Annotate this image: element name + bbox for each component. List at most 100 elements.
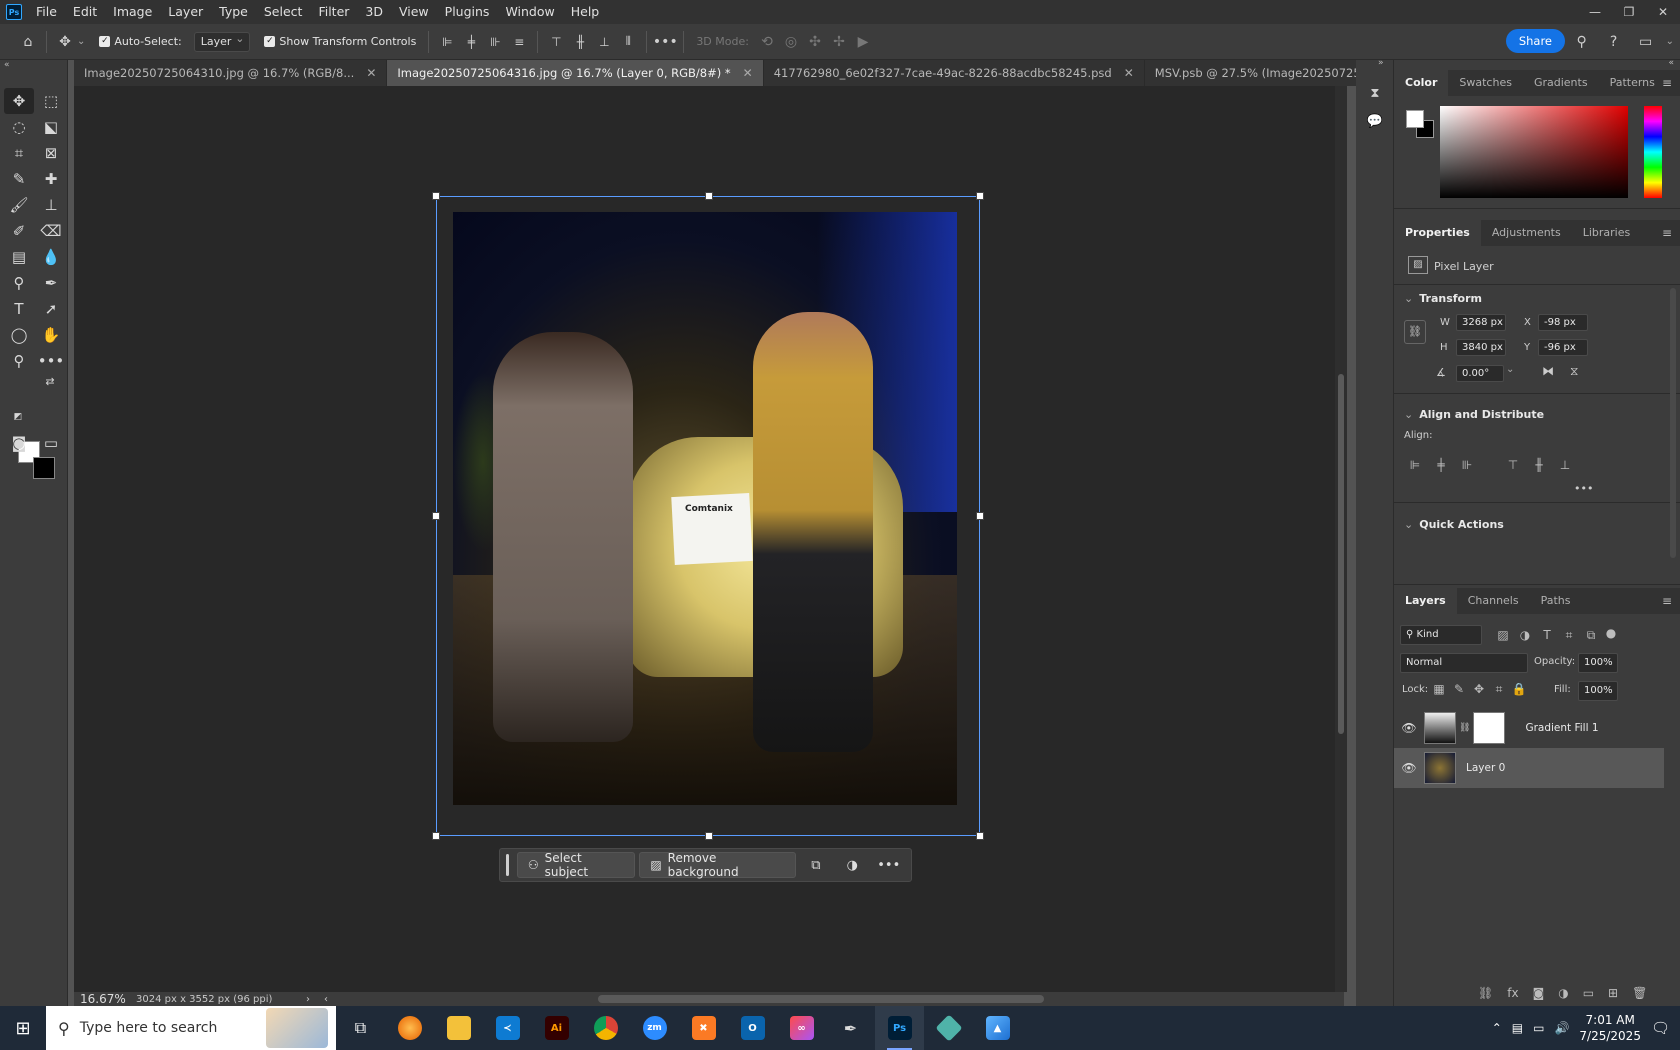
align-top-edges-icon[interactable]: ⊤: [544, 30, 568, 54]
diamond-app-icon[interactable]: [924, 1006, 973, 1050]
file-explorer-icon[interactable]: [434, 1006, 483, 1050]
quick-mask-icon[interactable]: ◙: [4, 430, 34, 456]
layer-style-icon[interactable]: fx: [1507, 986, 1518, 1000]
restore-button[interactable]: ❐: [1612, 0, 1646, 24]
rotation-angle-field[interactable]: 0.00°: [1456, 365, 1504, 382]
menu-window[interactable]: Window: [497, 0, 562, 24]
transform-icon[interactable]: ⧉: [800, 852, 832, 878]
doc-tab[interactable]: 417762980_6e02f327-7cae-49ac-8226-88acdb…: [763, 60, 1145, 86]
chevron-down-icon[interactable]: ⌄: [77, 36, 85, 47]
new-group-icon[interactable]: ▭: [1583, 986, 1594, 1000]
quick-actions-header[interactable]: ⌄ Quick Actions: [1404, 518, 1504, 531]
align-left-edges-icon[interactable]: ⊫: [435, 30, 459, 54]
panel-menu-icon[interactable]: ≡: [1662, 594, 1672, 608]
home-icon[interactable]: ⌂: [16, 30, 40, 54]
lock-image-pixels-icon[interactable]: ✎: [1450, 680, 1468, 698]
chevron-down-icon[interactable]: ⌄: [1666, 30, 1674, 54]
move-tool-icon[interactable]: ✥: [4, 88, 34, 114]
transform-handle-bottom-left[interactable]: [432, 832, 440, 840]
vs-code-icon[interactable]: ≺: [483, 1006, 532, 1050]
type-tool-icon[interactable]: T: [4, 296, 34, 322]
frame-tool-icon[interactable]: ⊠: [36, 140, 66, 166]
clock[interactable]: 7:01 AM 7/25/2025: [1579, 1012, 1641, 1044]
lasso-tool-icon[interactable]: ◌: [4, 114, 34, 140]
link-icon[interactable]: ⛓: [1459, 723, 1470, 733]
opacity-field[interactable]: 100%: [1578, 653, 1618, 673]
delete-layer-icon[interactable]: 🗑: [1632, 986, 1647, 1000]
properties-scrollbar[interactable]: [1670, 288, 1676, 558]
firefox-icon[interactable]: [385, 1006, 434, 1050]
close-window-button[interactable]: ✕: [1646, 0, 1680, 24]
rectangular-marquee-tool-icon[interactable]: ⬚: [36, 88, 66, 114]
zoom-tool-icon[interactable]: ⚲: [4, 348, 34, 374]
menu-image[interactable]: Image: [105, 0, 160, 24]
background-color-swatch[interactable]: [33, 457, 55, 479]
ellipse-tool-icon[interactable]: ◯: [4, 322, 34, 348]
tab-channels[interactable]: Channels: [1457, 588, 1530, 614]
default-colors-icon[interactable]: ◩: [10, 410, 26, 424]
layer-row-layer-0[interactable]: 👁 Layer 0: [1394, 748, 1664, 788]
align-top-icon[interactable]: ⊤: [1504, 456, 1522, 474]
fill-field[interactable]: 100%: [1578, 681, 1618, 701]
gradient-tool-icon[interactable]: ▤: [4, 244, 34, 270]
transform-handle-left[interactable]: [432, 512, 440, 520]
chevron-down-icon[interactable]: ⌄: [1506, 364, 1514, 375]
display-icon[interactable]: ▭: [1533, 1021, 1544, 1035]
menu-layer[interactable]: Layer: [160, 0, 211, 24]
workspace-icon[interactable]: ▭: [1634, 30, 1658, 54]
taskbar-search-box[interactable]: ⚲ Type here to search: [46, 1006, 336, 1050]
menu-plugins[interactable]: Plugins: [437, 0, 498, 24]
brush-tool-icon[interactable]: 🖌: [4, 192, 34, 218]
help-icon[interactable]: ?: [1602, 30, 1626, 54]
menu-3d[interactable]: 3D: [357, 0, 391, 24]
tab-paths[interactable]: Paths: [1530, 588, 1582, 614]
doc-tab-active[interactable]: Image20250725064316.jpg @ 16.7% (Layer 0…: [387, 60, 764, 86]
tab-adjustments[interactable]: Adjustments: [1481, 220, 1572, 246]
distribute-vertical-icon[interactable]: ≡: [507, 30, 531, 54]
more-options-icon[interactable]: •••: [1574, 482, 1593, 495]
photoshop-taskbar-icon[interactable]: Ps: [875, 1006, 924, 1050]
zoom-level[interactable]: 16.67%: [74, 992, 136, 1006]
panel-menu-icon[interactable]: ≡: [1662, 226, 1672, 240]
transform-handle-bottom[interactable]: [705, 832, 713, 840]
minimize-button[interactable]: —: [1578, 0, 1612, 24]
collapse-toolbar-icon[interactable]: «: [4, 60, 10, 70]
layer-mask-thumbnail[interactable]: [1473, 712, 1506, 744]
object-selection-tool-icon[interactable]: ⬕: [36, 114, 66, 140]
filter-smart-object-icon[interactable]: ⧉: [1582, 626, 1600, 644]
illustrator-icon[interactable]: Ai: [532, 1006, 581, 1050]
dodge-tool-icon[interactable]: ⚲: [4, 270, 34, 296]
align-vertical-centers-icon[interactable]: ╫: [568, 30, 592, 54]
show-transform-controls-checkbox[interactable]: ✓ Show Transform Controls: [264, 35, 416, 48]
flip-vertical-icon[interactable]: ⧖: [1570, 364, 1578, 379]
eraser-tool-icon[interactable]: ⌫: [36, 218, 66, 244]
visibility-eye-icon[interactable]: 👁: [1394, 761, 1424, 775]
color-picker-field[interactable]: [1440, 106, 1628, 198]
comments-icon[interactable]: 💬: [1364, 110, 1386, 132]
more-options-icon[interactable]: •••: [873, 852, 905, 878]
chevron-up-icon[interactable]: ⌃: [1492, 1021, 1502, 1035]
eyedropper-tool-icon[interactable]: ✎: [4, 166, 34, 192]
task-view-icon[interactable]: ⧉: [336, 1006, 385, 1050]
collapse-panels-icon[interactable]: »: [1378, 58, 1384, 68]
close-icon[interactable]: ✕: [366, 66, 376, 80]
transform-handle-right[interactable]: [976, 512, 984, 520]
width-field[interactable]: 3268 px: [1456, 314, 1506, 331]
chevron-right-icon[interactable]: ›: [306, 994, 310, 1005]
layer-row-gradient-fill[interactable]: 👁 ⛓ Gradient Fill 1: [1394, 708, 1664, 748]
document-canvas[interactable]: Comtanix ⚇ Select subject ▨ Remove backg…: [74, 86, 1344, 992]
menu-view[interactable]: View: [391, 0, 437, 24]
tab-properties[interactable]: Properties: [1394, 220, 1481, 246]
hand-tool-icon[interactable]: ✋: [36, 322, 66, 348]
network-icon[interactable]: ▤: [1512, 1021, 1523, 1035]
crop-tool-icon[interactable]: ⌗: [4, 140, 34, 166]
height-field[interactable]: 3840 px: [1456, 339, 1506, 356]
pen-tool-icon[interactable]: ✒: [36, 270, 66, 296]
align-middle-vertical-icon[interactable]: ╫: [1530, 456, 1548, 474]
outlook-icon[interactable]: O: [728, 1006, 777, 1050]
select-subject-button[interactable]: ⚇ Select subject: [516, 851, 636, 879]
share-button[interactable]: Share: [1505, 29, 1565, 53]
move-tool-preset-icon[interactable]: ✥: [53, 30, 77, 54]
filter-toggle-icon[interactable]: ●: [1602, 624, 1620, 642]
align-left-icon[interactable]: ⊫: [1406, 456, 1424, 474]
